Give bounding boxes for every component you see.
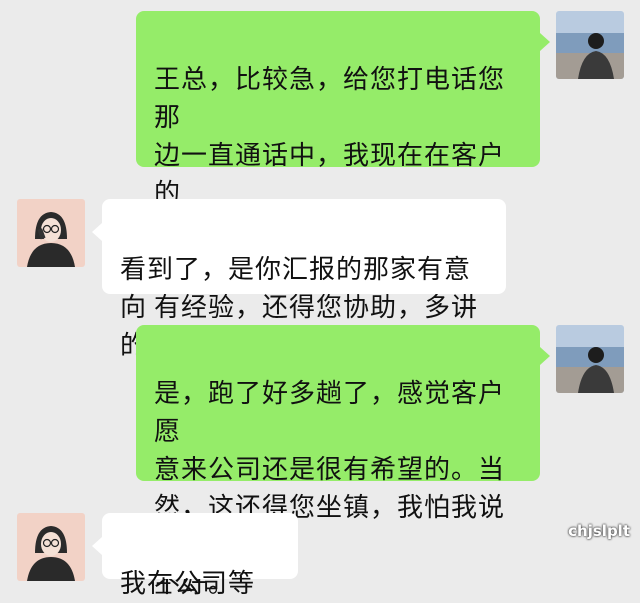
user-avatar[interactable]	[556, 325, 624, 393]
message-bubble-sent[interactable]: 是，跑了好多趟了，感觉客户愿 意来公司还是很有希望的。当 然，这还得您坐镇，我怕…	[136, 325, 540, 599]
message-bubble-received[interactable]: 我在公司等	[102, 513, 298, 599]
boy-by-sea-icon	[556, 325, 624, 393]
message-text: 我在公司等	[120, 569, 256, 599]
bubble-tail	[540, 347, 550, 365]
contact-avatar[interactable]	[17, 199, 85, 267]
contact-avatar[interactable]	[17, 513, 85, 581]
bubble-tail	[92, 223, 102, 241]
watermark-text: chjslplt	[568, 522, 630, 540]
bubble-tail	[92, 537, 102, 555]
message-bubble-received[interactable]: 看到了，是你汇报的那家有意向 的客户？	[102, 199, 506, 361]
boy-by-sea-icon	[556, 11, 624, 79]
cartoon-woman-on-phone-icon	[17, 199, 85, 267]
cartoon-woman-on-phone-icon	[17, 513, 85, 581]
message-bubble-sent[interactable]: 王总，比较急，给您打电话您那 边一直通话中，我现在在客户的 车上，带着客户给公司…	[136, 11, 540, 361]
user-avatar[interactable]	[556, 11, 624, 79]
bubble-tail	[540, 33, 550, 51]
